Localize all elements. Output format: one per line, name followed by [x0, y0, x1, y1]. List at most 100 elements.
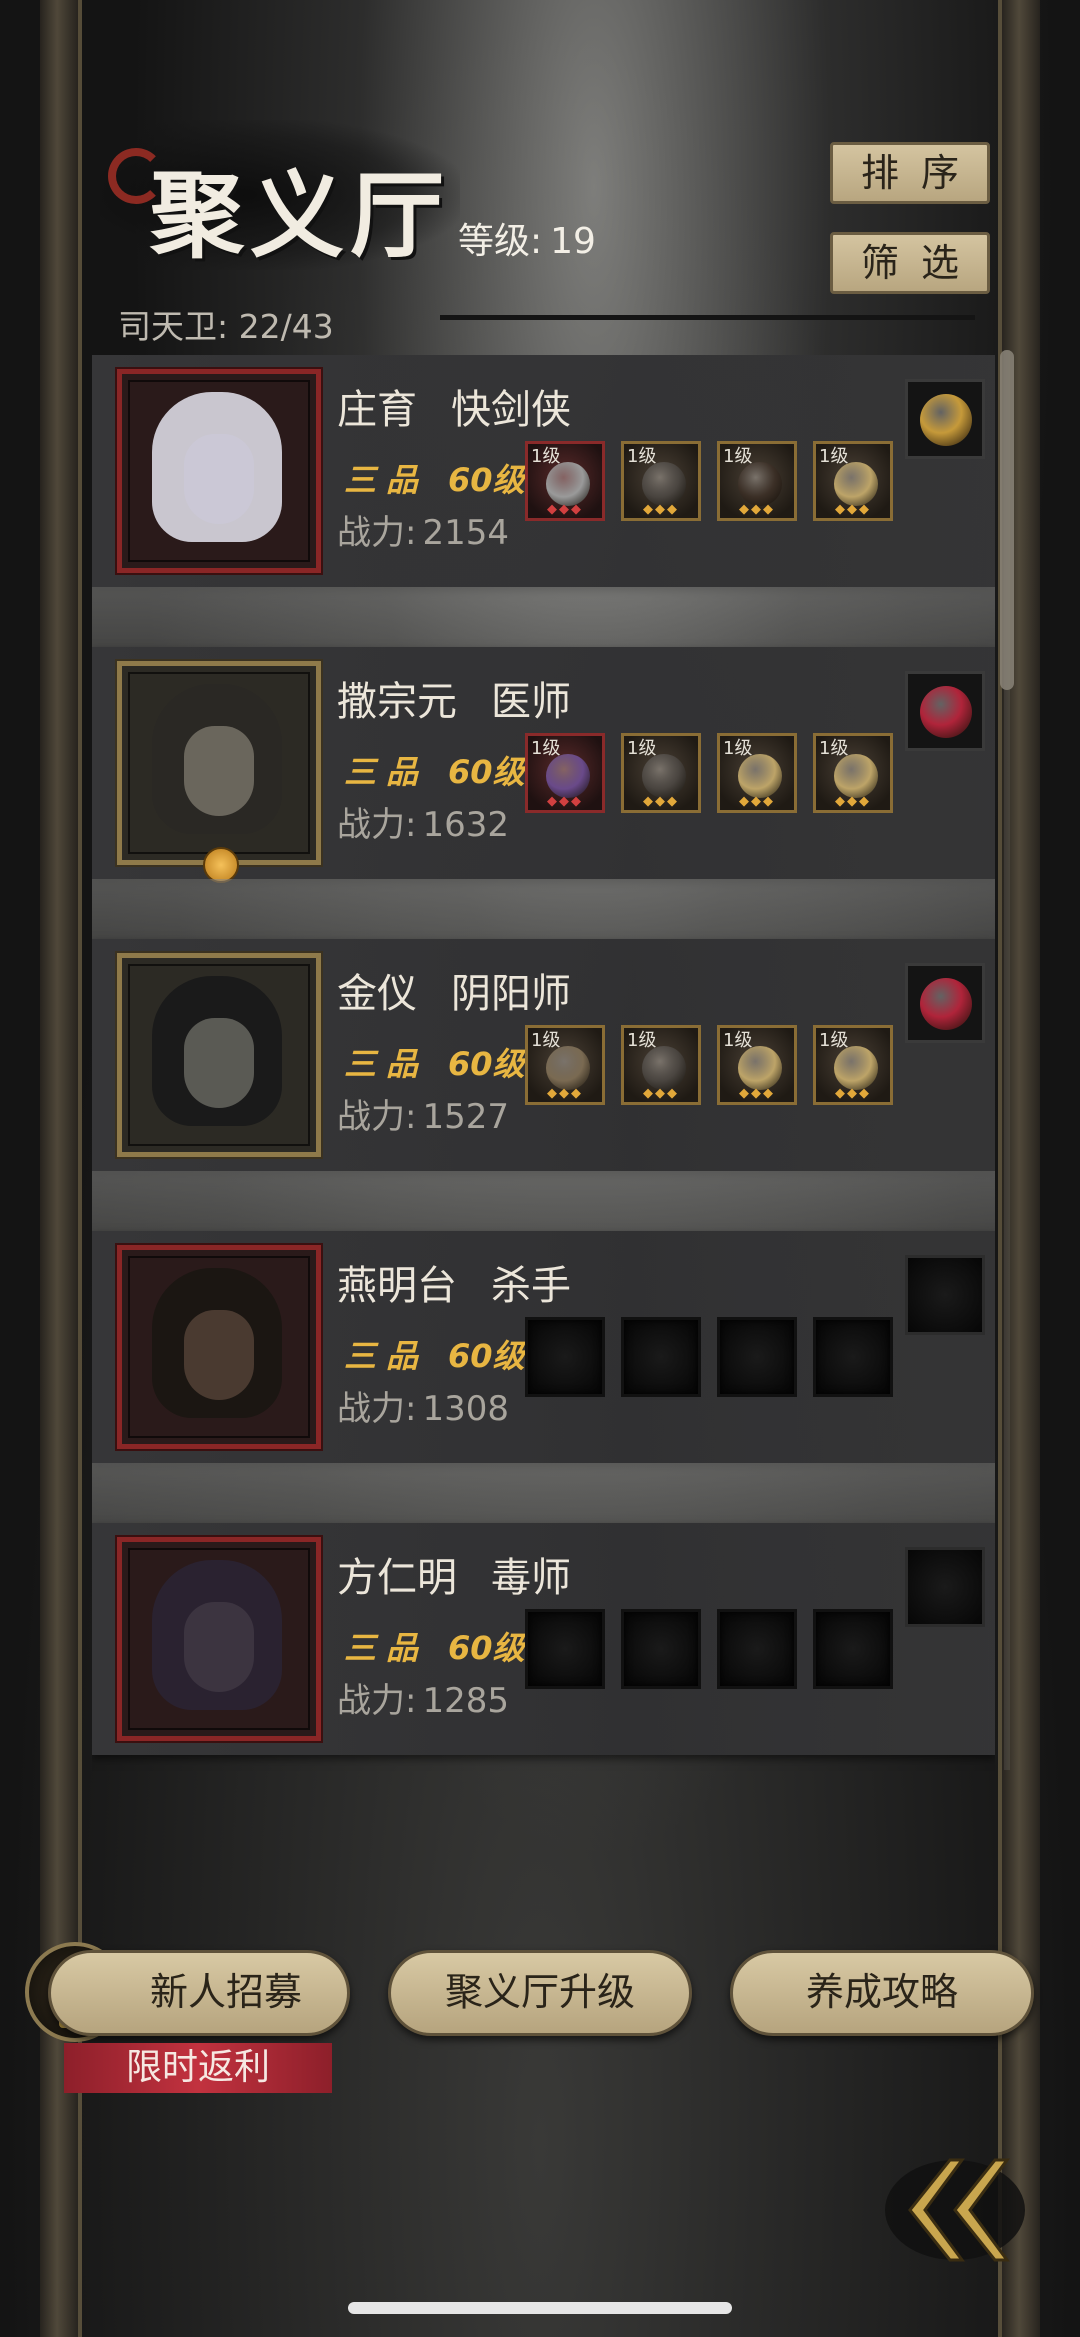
- promo-badge[interactable]: 限时返利: [64, 2043, 332, 2093]
- armor-icon: [642, 1046, 686, 1090]
- gourd-icon: [546, 754, 590, 798]
- equipment-slot[interactable]: 1级 ◆◆◆: [525, 441, 605, 521]
- equipment-level: 1级: [627, 738, 657, 759]
- equipment-slot[interactable]: 1级 ◆◆◆: [813, 733, 893, 813]
- equipment-slot[interactable]: 1级 ◆◆◆: [717, 1025, 797, 1105]
- empty-equipment-slot[interactable]: [717, 1609, 797, 1689]
- member-name-line: 撒宗元 医师: [337, 669, 571, 727]
- member-level: 60级: [448, 461, 525, 499]
- member-power-line: 战力: 1632: [337, 797, 509, 846]
- equipment-quality-stars-icon: ◆◆◆: [547, 794, 583, 809]
- member-portrait[interactable]: [115, 367, 323, 575]
- equipment-slot[interactable]: 1级 ◆◆◆: [813, 441, 893, 521]
- equipment-quality-stars-icon: ◆◆◆: [547, 1086, 583, 1101]
- member-power-line: 战力: 2154: [337, 505, 509, 554]
- page-title: 聚义厅: [150, 161, 451, 271]
- header-divider: [440, 315, 975, 320]
- member-rank-line: 三品 60级: [344, 1039, 525, 1085]
- empty-equipment-slot[interactable]: [621, 1609, 701, 1689]
- member-name-line: 方仁明 毒师: [337, 1545, 571, 1603]
- equipment-slot[interactable]: 1级 ◆◆◆: [717, 441, 797, 521]
- home-indicator[interactable]: [348, 2302, 732, 2314]
- guard-count-value: 22/43: [238, 307, 334, 346]
- member-power-line: 战力: 1527: [337, 1089, 509, 1138]
- member-role: 医师: [491, 679, 571, 725]
- empty-equipment-slot[interactable]: [717, 1317, 797, 1397]
- member-power-label: 战力:: [337, 805, 417, 845]
- member-portrait[interactable]: [115, 1243, 323, 1451]
- equipment-quality-stars-icon: ◆◆◆: [643, 794, 679, 809]
- equipment-slot[interactable]: 1级 ◆◆◆: [621, 1025, 701, 1105]
- back-double-chevron-icon[interactable]: [880, 2130, 1030, 2270]
- list-scrollbar[interactable]: [1000, 350, 1014, 690]
- hall-upgrade-button[interactable]: 聚义厅升级: [388, 1950, 692, 2036]
- jade-pendant-icon: [738, 754, 782, 798]
- member-name: 金仪: [337, 971, 417, 1017]
- empty-equipment-slot[interactable]: [813, 1609, 893, 1689]
- member-rank: 三品: [344, 753, 429, 791]
- member-power-line: 战力: 1285: [337, 1673, 509, 1722]
- portrait-inner-frame: [128, 672, 310, 854]
- equipment-slot[interactable]: 1级 ◆◆◆: [717, 733, 797, 813]
- member-level: 60级: [448, 1629, 525, 1667]
- member-card[interactable]: 庄育 快剑侠 三品 60级 战力: 2154 1级 ◆◆◆ 1级 ◆◆◆ 1级 ◆◆◆ 1级 ◆◆◆: [92, 355, 995, 587]
- equipment-slot[interactable]: 1级 ◆◆◆: [525, 1025, 605, 1105]
- recruit-button[interactable]: 新人招募: [48, 1950, 350, 2036]
- red-gem-icon: [920, 686, 972, 738]
- member-power: 1632: [422, 805, 509, 845]
- empty-equipment-slot[interactable]: [525, 1317, 605, 1397]
- charm-slot[interactable]: [905, 379, 985, 459]
- member-power: 2154: [422, 513, 509, 553]
- equipment-level: 1级: [627, 446, 657, 467]
- sword-icon: [546, 462, 590, 506]
- member-rank-line: 三品 60级: [344, 1331, 525, 1377]
- member-portrait[interactable]: [115, 951, 323, 1159]
- member-card[interactable]: 金仪 阴阳师 三品 60级 战力: 1527 1级 ◆◆◆ 1级 ◆◆◆ 1级 ◆◆◆ 1级 ◆◆◆: [92, 939, 995, 1171]
- equipment-quality-stars-icon: ◆◆◆: [835, 794, 871, 809]
- member-card[interactable]: 燕明台 杀手三品 60级战力: 1308: [92, 1231, 995, 1463]
- member-rank-line: 三品 60级: [344, 747, 525, 793]
- charm-slot[interactable]: [905, 671, 985, 751]
- card-separator: [92, 879, 995, 939]
- member-power: 1527: [422, 1097, 509, 1137]
- empty-charm-slot[interactable]: [905, 1547, 985, 1627]
- member-card[interactable]: 方仁明 毒师 三品 60级 战力: 1285: [92, 1523, 995, 1755]
- member-role: 杀手: [491, 1263, 571, 1309]
- member-name-line: 庄育 快剑侠: [337, 377, 571, 435]
- member-portrait[interactable]: [115, 659, 323, 867]
- empty-equipment-slot[interactable]: [525, 1609, 605, 1689]
- member-name: 方仁明: [337, 1555, 457, 1601]
- equipment-slot[interactable]: 1级 ◆◆◆: [525, 733, 605, 813]
- equipment-slot[interactable]: 1级 ◆◆◆: [813, 1025, 893, 1105]
- equipment-quality-stars-icon: ◆◆◆: [739, 1086, 775, 1101]
- member-level: 60级: [448, 753, 525, 791]
- equipment-level: 1级: [819, 1030, 849, 1051]
- equipment-level: 1级: [723, 1030, 753, 1051]
- member-rank-line: 三品 60级: [344, 455, 525, 501]
- empty-equipment-slot[interactable]: [813, 1317, 893, 1397]
- member-power: 1285: [422, 1681, 509, 1721]
- charm-slot[interactable]: [905, 963, 985, 1043]
- member-level: 60级: [448, 1337, 525, 1375]
- armor-icon: [642, 754, 686, 798]
- member-power-label: 战力:: [337, 1681, 417, 1721]
- member-portrait[interactable]: [115, 1535, 323, 1743]
- member-power-label: 战力:: [337, 1389, 417, 1429]
- empty-charm-slot[interactable]: [905, 1255, 985, 1335]
- member-name-line: 燕明台 杀手: [337, 1253, 571, 1311]
- jade-pendant-icon: [738, 1046, 782, 1090]
- filter-button[interactable]: 筛选: [830, 232, 990, 294]
- sort-button[interactable]: 排序: [830, 142, 990, 204]
- training-guide-button[interactable]: 养成攻略: [730, 1950, 1034, 2036]
- hall-header: 聚义厅 等级: 19 司天卫: 22/43 排序 筛选: [100, 120, 990, 350]
- portrait-inner-frame: [128, 1256, 310, 1438]
- member-rank: 三品: [344, 1629, 429, 1667]
- equipment-slot[interactable]: 1级 ◆◆◆: [621, 733, 701, 813]
- member-role: 快剑侠: [451, 387, 571, 433]
- member-rank: 三品: [344, 1045, 429, 1083]
- member-card[interactable]: 撒宗元 医师 三品 60级 战力: 1632 1级 ◆◆◆ 1级 ◆◆◆ 1级 ◆◆◆ 1级 ◆◆◆: [92, 647, 995, 883]
- equipment-quality-stars-icon: ◆◆◆: [547, 502, 583, 517]
- empty-equipment-slot[interactable]: [621, 1317, 701, 1397]
- equipment-slot[interactable]: 1级 ◆◆◆: [621, 441, 701, 521]
- member-power: 1308: [422, 1389, 509, 1429]
